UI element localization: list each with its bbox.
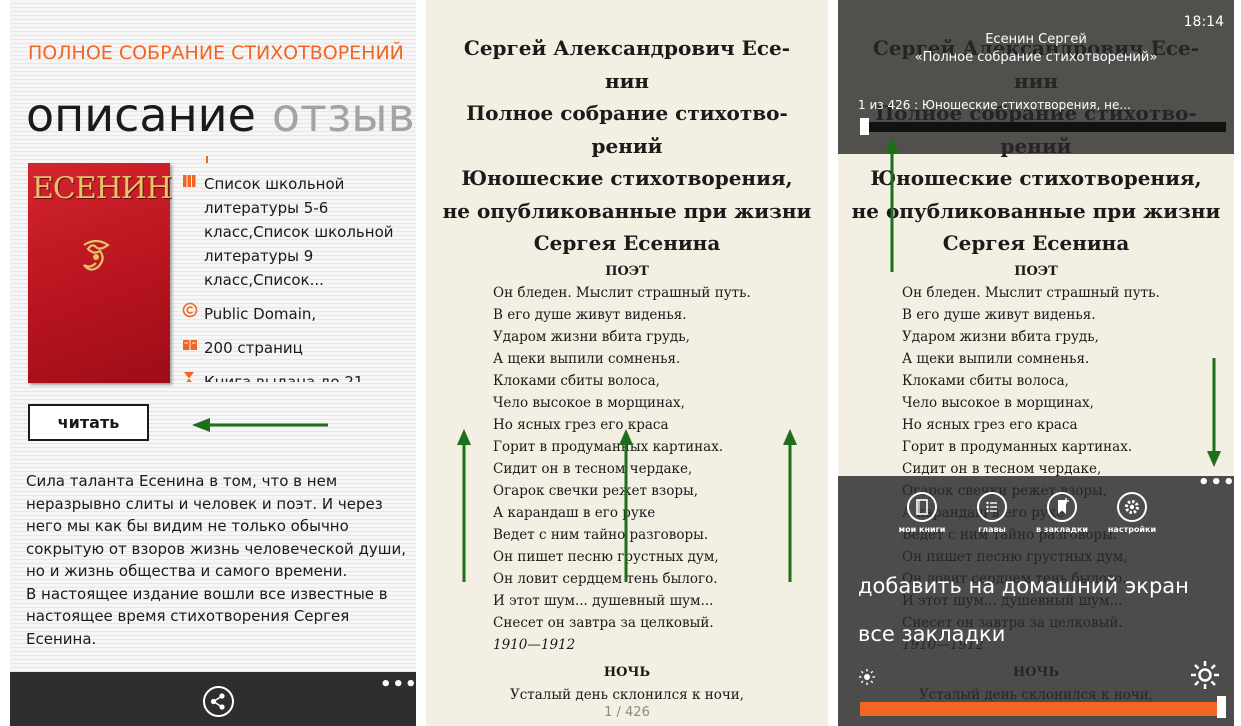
annotation-arrow-up xyxy=(885,137,899,272)
app-bar: ••• xyxy=(10,672,416,726)
next-poem-title: НОЧЬ xyxy=(603,664,651,680)
reader-screen[interactable]: Сергей Александрович Есе- нин Полное соб… xyxy=(426,0,828,726)
poem-line: Но ясных грез его краса xyxy=(902,416,1078,433)
pivot-header: описание отзывы xyxy=(26,88,416,142)
poem-line: Ударом жизни вбита грудь, xyxy=(493,328,690,345)
copyright-icon xyxy=(182,302,204,326)
pivot-item-reviews[interactable]: отзывы xyxy=(272,88,416,142)
poem-line: А щеки выпили сомненья. xyxy=(493,350,681,367)
brightness-slider-thumb[interactable] xyxy=(1217,696,1226,718)
poem-title: ПОЭТ xyxy=(605,263,649,279)
add-bookmark-button[interactable]: в закладки xyxy=(1032,492,1092,534)
annotation-arrow-up xyxy=(457,429,471,582)
poem-line: Чело высокое в морщинах, xyxy=(902,394,1094,411)
poem-line: Он бледен. Мыслит страшный путь. xyxy=(902,284,1160,301)
heading-line: не опубликованные при жизни xyxy=(442,198,812,223)
hourglass-icon xyxy=(182,370,204,382)
poem-line: Клоками сбиты волоса, xyxy=(493,372,660,389)
chapters-button[interactable]: главы xyxy=(962,492,1022,534)
poem-line: Ударом жизни вбита грудь, xyxy=(902,328,1099,345)
info-row-due: Книга выдана до 21 марта 2014 xyxy=(182,370,412,382)
page-slider-thumb[interactable] xyxy=(860,118,869,135)
chapters-label: главы xyxy=(978,525,1006,534)
annotation-arrow-up xyxy=(783,429,797,582)
annotation-arrow-down xyxy=(1207,358,1221,467)
book-heading: Сергей Александрович Есе- нин Полное соб… xyxy=(426,32,828,260)
next-poem-line: Усталый день склонился к ночи, xyxy=(509,686,745,703)
more-options-button[interactable]: ••• xyxy=(380,674,416,695)
bookmark-add-icon xyxy=(1058,498,1069,514)
poem-line: В его душе живут виденья. xyxy=(902,306,1096,323)
book-cover: ЕСЕНИН xyxy=(28,163,172,383)
my-books-icon xyxy=(916,499,928,515)
overlay-author: Есенин Сергей xyxy=(985,32,1087,47)
annotation-arrow-left xyxy=(192,418,328,432)
books-icon xyxy=(182,172,204,196)
settings-label: настройки xyxy=(1107,525,1157,534)
share-icon xyxy=(210,693,225,710)
brightness-high-icon xyxy=(1191,661,1219,689)
info-lists-text: Список школьной литературы 5-6 класс,Спи… xyxy=(204,175,394,289)
read-button[interactable]: читать xyxy=(28,404,149,441)
menu-item-all-bookmarks[interactable]: все закладки xyxy=(858,622,1005,646)
heading-line: Юношеские стихотворения, xyxy=(461,166,793,190)
poem-line: А щеки выпили сомненья. xyxy=(902,350,1090,367)
settings-icon xyxy=(1125,500,1139,514)
info-row-license: Public Domain, xyxy=(182,302,412,326)
book-info-list: Список школьной литературы 5-6 класс,Спи… xyxy=(182,172,412,382)
reader-menu-screen[interactable]: Сергей Александрович Есе- нин Полное соб… xyxy=(838,0,1234,726)
poem-line: Клоками сбиты волоса, xyxy=(902,372,1069,389)
book-details-screen: ПОЛНОЕ СОБРАНИЕ СТИХОТВОРЕНИЙ описание от… xyxy=(10,0,416,726)
app-header: ПОЛНОЕ СОБРАНИЕ СТИХОТВОРЕНИЙ xyxy=(28,42,404,64)
heading-line: нин xyxy=(604,68,650,93)
page-position-label: 1 из 426 : Юношеские стихотворения, не..… xyxy=(858,98,1131,112)
poem-line: Горит в продуманных картинах. xyxy=(902,438,1133,455)
brightness-low-icon xyxy=(859,669,875,685)
info-row-lists: Список школьной литературы 5-6 класс,Спи… xyxy=(182,172,412,292)
reader-page: Сергей Александрович Есе- нин Полное соб… xyxy=(426,32,828,706)
status-clock: 18:14 xyxy=(1183,14,1224,30)
heading-line: Сергея Есенина xyxy=(533,231,721,255)
book-description: Сила таланта Есенина в том, что в нем не… xyxy=(26,470,414,650)
menu-item-pin-to-start[interactable]: добавить на домашний экран xyxy=(858,574,1189,598)
poem-year: 1910—1912 xyxy=(493,636,576,653)
info-row-pages: 200 страниц xyxy=(182,336,412,360)
heading-line: Сергей Александрович Есе- xyxy=(463,36,791,60)
cover-title: ЕСЕНИН xyxy=(32,171,172,206)
heading-line: Полное собрание стихотво- xyxy=(466,101,788,125)
annotation-arrow-up xyxy=(619,429,633,582)
poem-line: Чело высокое в морщинах, xyxy=(493,394,685,411)
navigation-overlay: 18:14 Есенин Сергей «Полное собрание сти… xyxy=(838,0,1234,154)
pivot-item-description[interactable]: описание xyxy=(26,88,256,142)
reader-app-bar: ••• мои книги главы в закладки настройки xyxy=(838,472,1234,726)
page-number: 1 / 426 xyxy=(604,705,650,720)
poem-line: И этот шум... душевный шум... xyxy=(493,592,714,609)
book-open-icon xyxy=(182,336,204,360)
info-due-text: Книга выдана до 21 марта 2014 xyxy=(204,373,364,382)
my-books-button[interactable]: мои книги xyxy=(892,492,952,534)
more-options-button[interactable]: ••• xyxy=(1198,472,1234,493)
poem-line: В его душе живут виденья. xyxy=(493,306,687,323)
chapters-icon xyxy=(986,501,997,513)
description-paragraph: В настоящее издание вошли все известные … xyxy=(26,584,388,648)
info-license-text: Public Domain, xyxy=(204,305,317,323)
add-bookmark-label: в закладки xyxy=(1035,525,1089,534)
page-slider-track[interactable] xyxy=(862,122,1226,132)
share-button[interactable] xyxy=(203,686,234,717)
info-pages-text: 200 страниц xyxy=(204,339,303,357)
my-books-label: мои книги xyxy=(898,525,946,534)
overlay-book-title: «Полное собрание стихотворений» xyxy=(914,50,1158,65)
brightness-slider-track[interactable] xyxy=(860,702,1220,716)
heading-line: рений xyxy=(591,133,663,158)
settings-button[interactable]: настройки xyxy=(1102,492,1162,534)
poem-line: Он бледен. Мыслит страшный путь. xyxy=(493,284,751,301)
accent-tick xyxy=(206,156,208,163)
cover-emblem-icon xyxy=(83,239,110,271)
poem-line: Снесет он завтра за целковый. xyxy=(493,614,714,631)
description-paragraph: Сила таланта Есенина в том, что в нем не… xyxy=(26,472,407,580)
